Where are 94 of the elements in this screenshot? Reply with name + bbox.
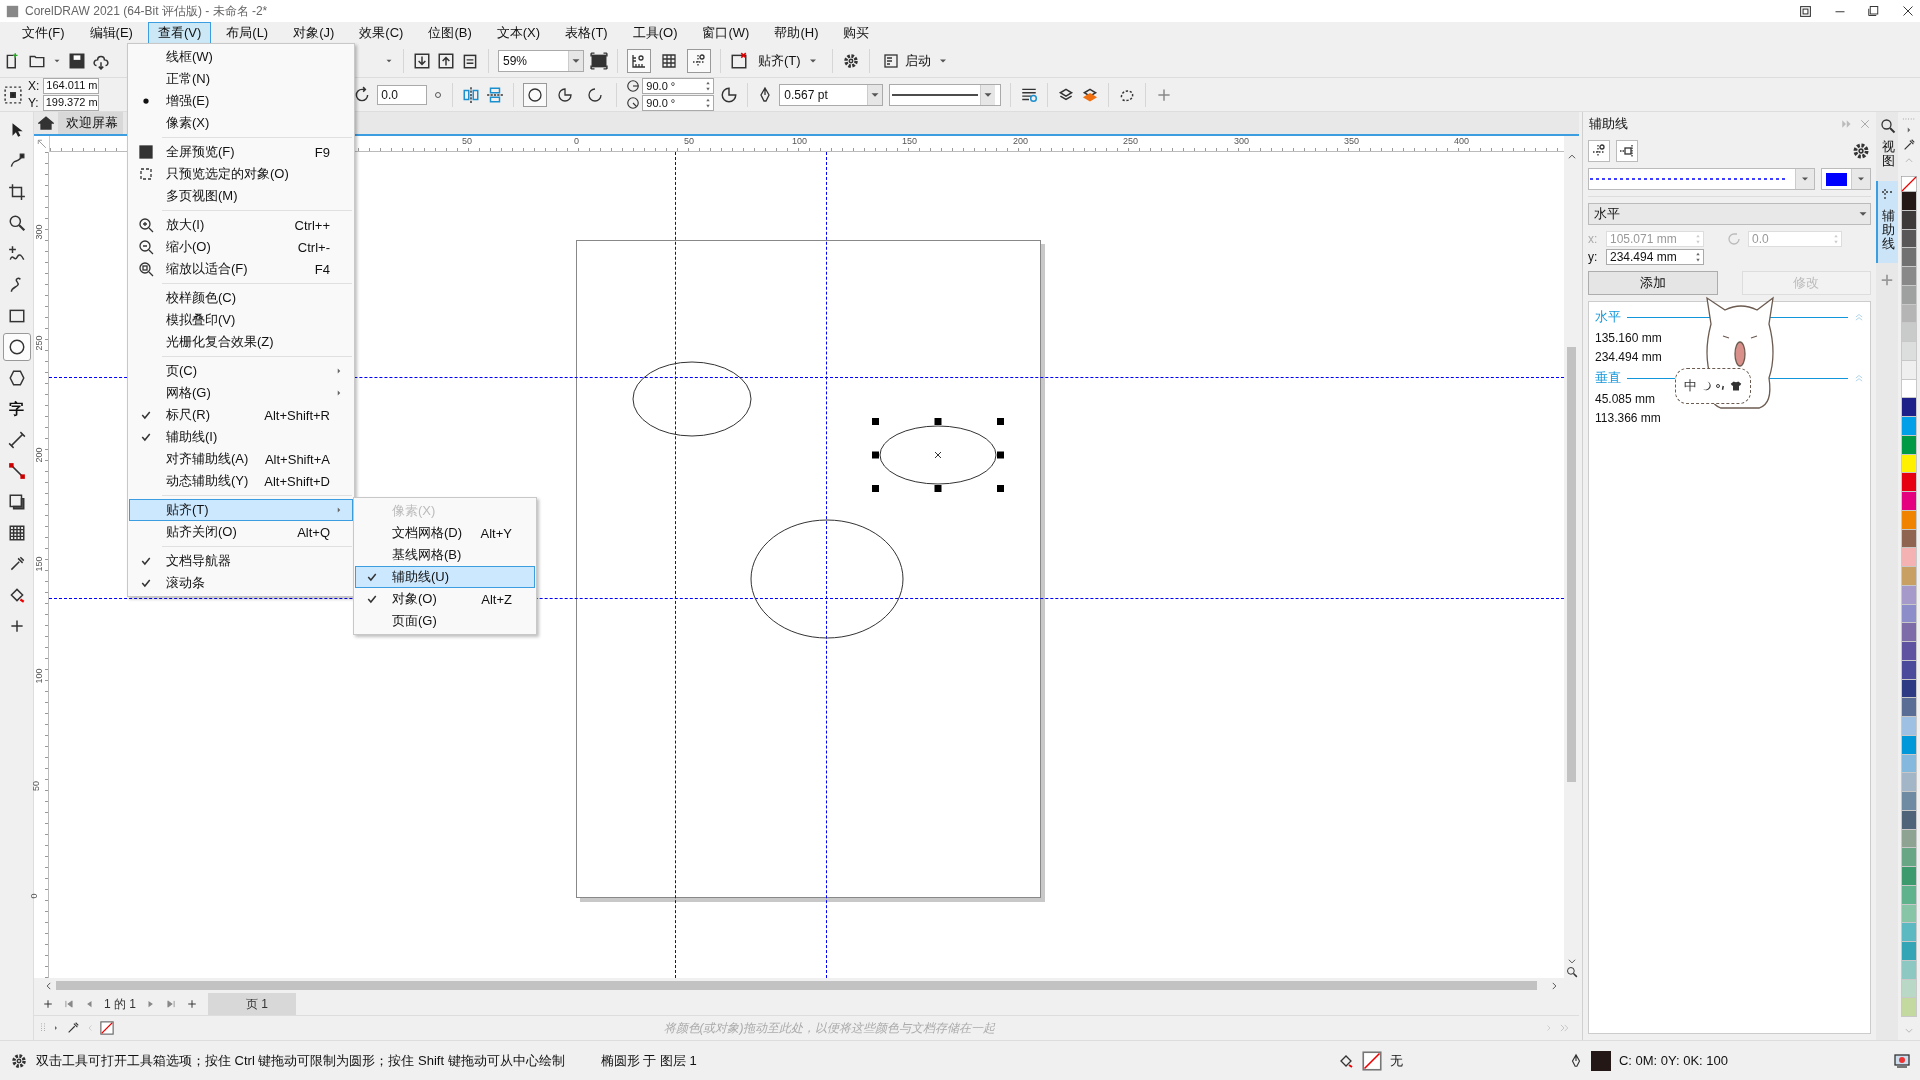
menu-bar-item[interactable]: 文本(X) (486, 22, 551, 44)
menu-item[interactable]: 辅助线(I) (129, 426, 353, 448)
menu-item[interactable]: 对象(O) Alt+Z (355, 588, 535, 610)
menu-item[interactable]: 缩放以适合(F) F4 (129, 258, 353, 280)
menu-item[interactable]: 页面(G) (355, 610, 535, 632)
input-method-widget[interactable]: 中 (1675, 368, 1751, 404)
snap-dropdown[interactable]: 贴齐(T) (754, 48, 823, 73)
ruler-label: 250 (1123, 136, 1139, 146)
menu-bar-item[interactable]: 对象(J) (283, 22, 345, 44)
text-tool[interactable]: 字 (2, 395, 31, 423)
guide-entry[interactable]: 234.494 mm (1595, 350, 1662, 364)
guide-entry[interactable]: 135.160 mm (1595, 331, 1662, 345)
orientation-dropdown[interactable]: 水平 (1588, 203, 1871, 225)
menu-item[interactable]: 光栅化复合效果(Z) (129, 331, 353, 353)
y-position-field[interactable]: 199.372 m (42, 95, 99, 111)
x-label: X: (28, 79, 40, 93)
menu-item[interactable]: 贴齐关闭(O) Alt+Q (129, 521, 353, 543)
ruler-label: 50 (31, 781, 41, 791)
outline-status: C: 0M: 0Y: 0K: 100 (1618, 1053, 1728, 1068)
ruler-label: 100 (792, 136, 808, 146)
ruler-label: 300 (33, 224, 44, 240)
menu-bar-item[interactable]: 效果(C) (349, 22, 414, 44)
object-info: 椭圆形 于 图层 1 (600, 1051, 697, 1070)
menu-item[interactable]: 校样颜色(C) (129, 287, 353, 309)
ruler-label: 300 (1234, 136, 1250, 146)
menu-item[interactable]: 线框(W) (129, 46, 353, 68)
ruler-label: 0 (28, 893, 39, 899)
outline-width-dropdown[interactable]: 0.567 pt (779, 83, 884, 106)
submenu-item[interactable]: 贴齐(T) (129, 499, 353, 521)
ruler-label: 400 (1454, 136, 1470, 146)
menu-item[interactable]: 动态辅助线(Y) Alt+Shift+D (129, 470, 353, 492)
rotation-field[interactable]: 0.0 (377, 84, 428, 105)
y-label: Y: (28, 96, 39, 110)
end-angle-field[interactable]: 90.0 ° (642, 95, 715, 111)
menu-item[interactable]: 只预览选定的对象(O) (129, 163, 353, 185)
ruler-label: 50 (462, 136, 472, 146)
guide-entry[interactable]: 45.085 mm (1595, 392, 1656, 406)
menu-item[interactable]: 文档导航器 (129, 550, 353, 572)
submenu-item[interactable]: 网格(G) (129, 382, 353, 404)
menu-item[interactable]: 文档网格(D) Alt+Y (355, 522, 535, 544)
start-angle-field[interactable]: 90.0 ° (642, 78, 715, 94)
y-label: y: (1588, 250, 1599, 264)
menu-item[interactable]: 正常(N) (129, 68, 353, 90)
x-position-field[interactable]: 164.011 m (43, 78, 100, 94)
ruler-label: 150 (33, 556, 44, 572)
ruler-label: 100 (33, 668, 44, 684)
menu-bar-item[interactable]: 编辑(E) (79, 22, 143, 44)
menu-item[interactable]: 像素(X) (129, 112, 353, 134)
menu-bar-item[interactable]: 工具(O) (622, 22, 688, 44)
docker-title: 辅助线 (1589, 115, 1629, 133)
menu-item[interactable]: 全屏预览(F) F9 (129, 141, 353, 163)
docker-tab[interactable]: 辅助线 (1876, 180, 1898, 264)
ruler-label: 150 (902, 136, 918, 146)
menu-bar-item[interactable]: 窗口(W) (692, 22, 760, 44)
guide-group-heading: 垂直 (1595, 369, 1621, 387)
menu-item[interactable]: 模拟叠印(V) (129, 309, 353, 331)
document-tab[interactable]: 欢迎屏幕 (58, 112, 123, 134)
menu-bar-item[interactable]: 布局(L) (216, 22, 279, 44)
fill-status: 无 (1389, 1051, 1403, 1070)
status-hint: 双击工具可打开工具箱选项；按住 Ctrl 键拖动可限制为圆形；按住 Shift 键拖动可从中心绘制 (36, 1051, 565, 1070)
menu-bar-item[interactable]: 帮助(H) (764, 22, 829, 44)
menu-bar-item[interactable]: 表格(T) (555, 22, 618, 44)
menu-item[interactable]: 辅助线(U) (355, 566, 535, 588)
ruler-label: 200 (1013, 136, 1029, 146)
menu-item[interactable]: 缩小(O) Ctrl+- (129, 236, 353, 258)
menu-item[interactable]: 标尺(R) Alt+Shift+R (129, 404, 353, 426)
ruler-label: 200 (33, 447, 44, 463)
menu-bar-item[interactable]: 查看(V) (147, 22, 212, 44)
menu-item[interactable]: 放大(I) Ctrl++ (129, 214, 353, 236)
menu-item[interactable]: 基线网格(B) (355, 544, 535, 566)
menu-bar-item[interactable]: 位图(B) (418, 22, 482, 44)
docker-tab[interactable]: 视图 (1876, 112, 1898, 181)
launch-dropdown[interactable]: 启动 (878, 48, 953, 73)
menu-item[interactable]: 滚动条 (129, 572, 353, 594)
menu-bar-item[interactable]: 购买 (833, 22, 880, 44)
menu-item[interactable]: 多页视图(M) (129, 185, 353, 207)
add-button[interactable]: 添加 (1588, 271, 1718, 295)
x-label: x: (1588, 232, 1599, 246)
menu-item[interactable]: 增强(E) (129, 90, 353, 112)
ruler-label: 250 (33, 335, 44, 351)
guide-entry[interactable]: 113.366 mm (1595, 411, 1661, 425)
y-position-field[interactable]: 234.494 mm (1606, 249, 1704, 265)
window-title: CorelDRAW 2021 (64-Bit 评估版) - 未命名 -2* (25, 2, 268, 20)
ruler-label: 350 (1344, 136, 1360, 146)
guide-group-heading: 水平 (1595, 308, 1621, 326)
ruler-label: 50 (684, 136, 694, 146)
zoom-dropdown[interactable]: 59% (498, 49, 584, 72)
submenu-item[interactable]: 页(C) (129, 360, 353, 382)
page-counter: 1 的 1 (104, 995, 136, 1013)
ruler-label: 0 (574, 136, 579, 146)
page-tab[interactable]: 页 1 (208, 993, 297, 1015)
menu-item[interactable]: 对齐辅助线(A) Alt+Shift+A (129, 448, 353, 470)
input-mode-label: 中 (1684, 377, 1697, 395)
menu-bar-item[interactable]: 文件(F) (12, 22, 75, 44)
